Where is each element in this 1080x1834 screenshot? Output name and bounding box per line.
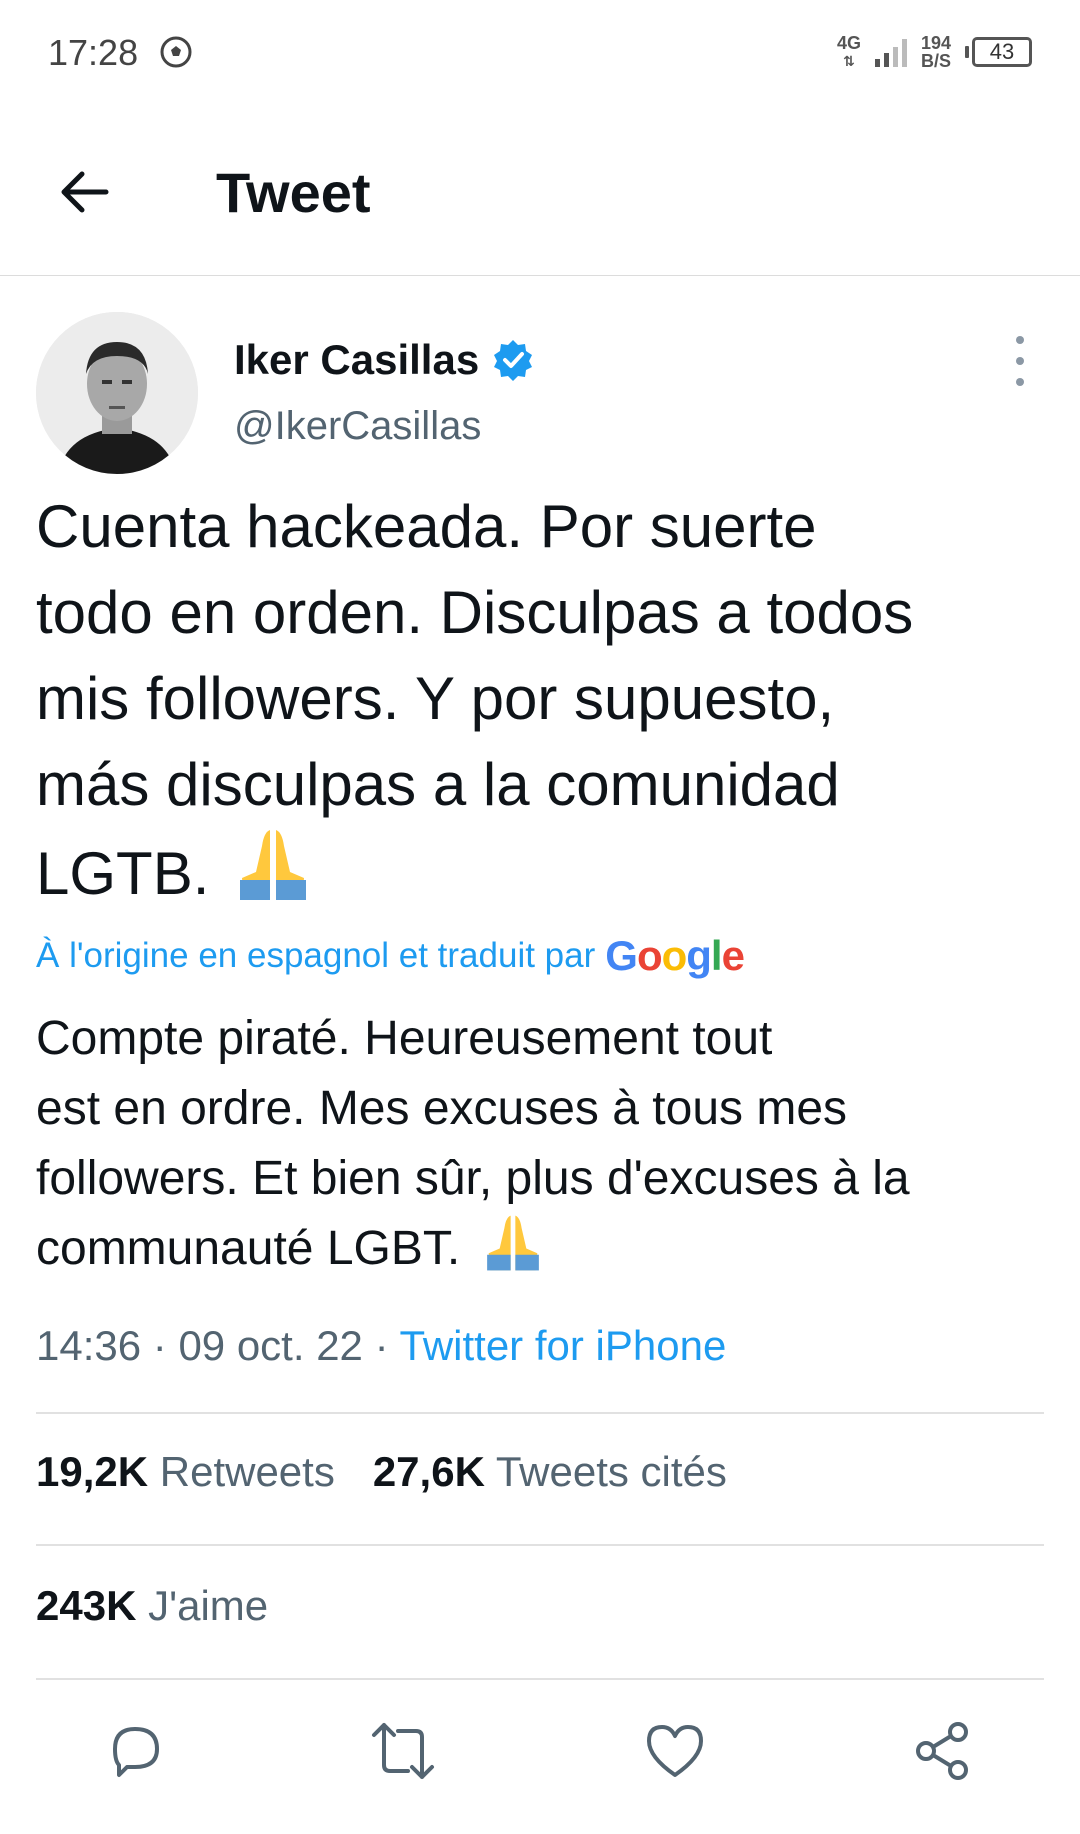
tweet-line-last: LGTB. (36, 828, 1046, 917)
share-icon (916, 1722, 968, 1780)
app-header: Tweet (0, 110, 1080, 276)
battery-icon: 43 (965, 37, 1032, 67)
verified-badge-icon (494, 340, 533, 381)
author-name-text: Iker Casillas (234, 336, 480, 383)
battery-level: 43 (972, 37, 1032, 67)
soccer-ball-icon (160, 36, 192, 68)
status-bar: 17:28 4G ⇅ 194 B/S 43 (0, 0, 1080, 110)
tweet-line: Cuenta hackeada. Por suerte (36, 493, 817, 560)
arrow-left-icon (61, 171, 109, 213)
like-button[interactable] (640, 1716, 710, 1786)
status-indicators: 4G ⇅ 194 B/S 43 (837, 34, 1032, 70)
retweet-button[interactable] (368, 1716, 438, 1786)
translated-line-last: communauté LGBT. (36, 1214, 1046, 1284)
tweet-line: más disculpas a la comunidad (36, 751, 840, 818)
divider (36, 1544, 1044, 1546)
tweet-meta: 14:36 · 09 oct. 22 · Twitter for iPhone (36, 1322, 727, 1369)
tweet-line: todo en orden. Disculpas a todos (36, 579, 914, 646)
engagement-stats: 19,2K Retweets 27,6K Tweets cités (36, 1448, 727, 1496)
quote-tweets-stat[interactable]: 27,6K Tweets cités (373, 1448, 727, 1496)
tweet-source-link[interactable]: Twitter for iPhone (399, 1322, 726, 1369)
heart-icon (647, 1725, 703, 1777)
retweets-stat[interactable]: 19,2K Retweets (36, 1448, 335, 1496)
profile-photo (36, 312, 198, 474)
author-name[interactable]: Iker Casillas (234, 336, 535, 384)
author-handle[interactable]: @IkerCasillas (234, 404, 481, 449)
reply-button[interactable] (100, 1716, 170, 1786)
more-options-button[interactable] (1006, 336, 1034, 386)
tweet-text: Cuenta hackeada. Por suerte todo en orde… (36, 484, 1046, 917)
reply-icon (113, 1727, 159, 1777)
back-button[interactable] (52, 160, 116, 224)
translated-text: Compte piraté. Heureusement tout est en … (36, 1004, 1046, 1284)
translated-line: followers. Et bien sûr, plus d'excuses à… (36, 1152, 910, 1205)
tweet-date: 09 oct. 22 (178, 1322, 363, 1369)
translated-line: est en ordre. Mes excuses à tous mes (36, 1082, 848, 1135)
retweet-icon (372, 1723, 434, 1779)
avatar[interactable] (36, 312, 198, 474)
divider (36, 1678, 1044, 1680)
likes-stat[interactable]: 243K J'aime (36, 1582, 268, 1630)
network-type: 4G ⇅ (836, 33, 861, 69)
tweet-line: mis followers. Y por supuesto, (36, 665, 835, 732)
praying-hands-emoji-icon (486, 1215, 539, 1271)
praying-hands-emoji-icon (240, 830, 307, 900)
google-logo: Google (605, 932, 745, 979)
divider (36, 1412, 1044, 1414)
translated-line: Compte piraté. Heureusement tout (36, 1012, 773, 1065)
tweet-actions (0, 1708, 1080, 1798)
status-time: 17:28 (48, 32, 139, 73)
signal-strength-icon (874, 37, 907, 67)
share-button[interactable] (908, 1716, 978, 1786)
page-title: Tweet (216, 161, 371, 224)
network-speed: 194 B/S (920, 33, 951, 71)
tweet-time: 14:36 (36, 1322, 142, 1369)
translation-note[interactable]: À l'origine en espagnol et traduit par G… (36, 932, 745, 980)
